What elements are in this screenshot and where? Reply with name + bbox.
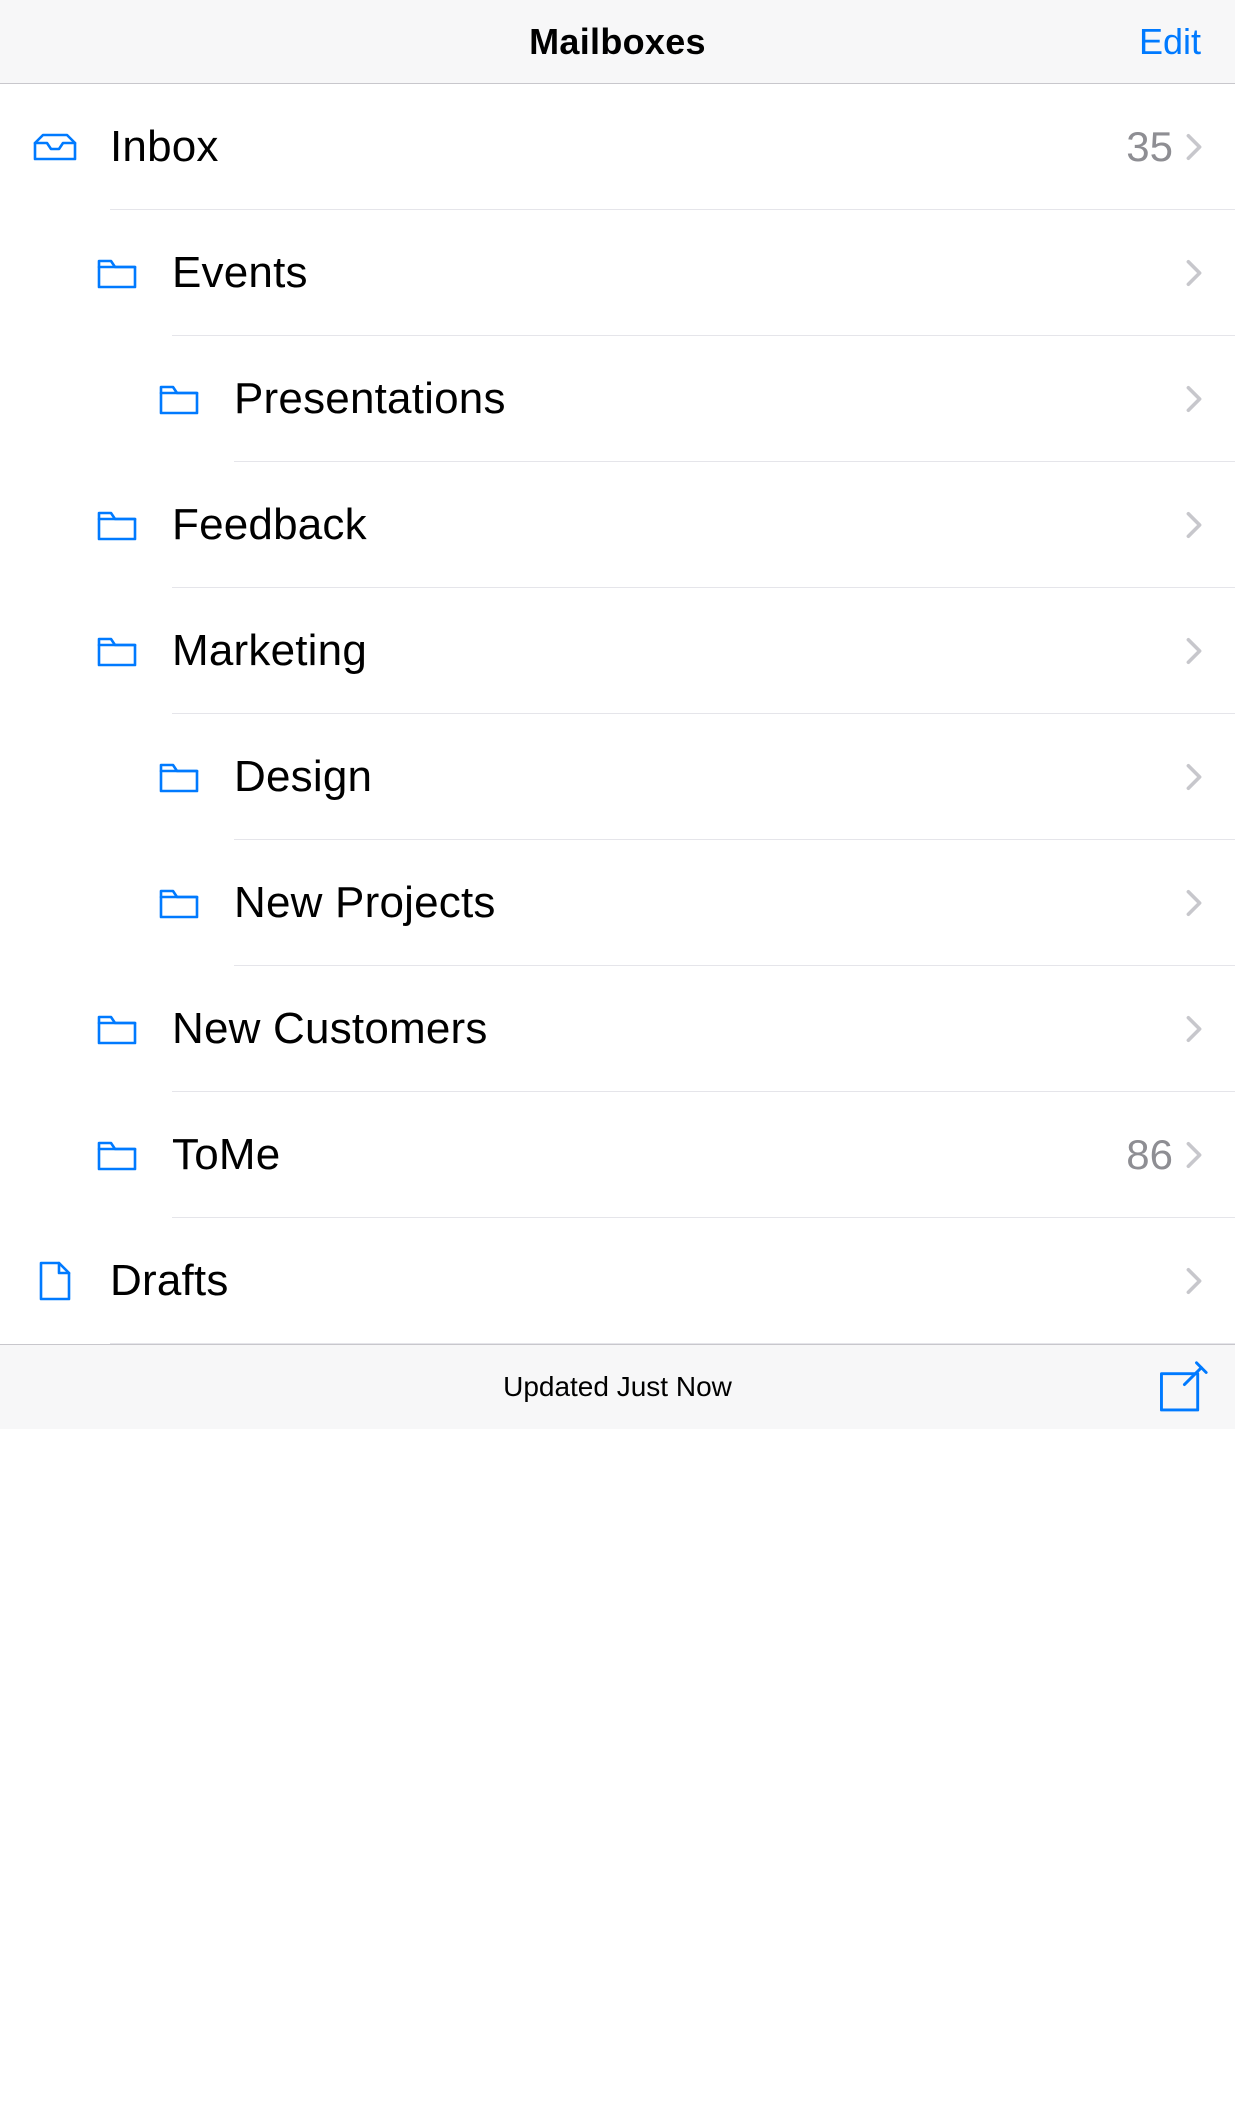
mailbox-label: New Projects [234, 878, 1183, 928]
mailbox-row-inbox[interactable]: Inbox35 [0, 84, 1235, 209]
mailbox-label: Events [172, 248, 1183, 298]
chevron-right-icon [1183, 1137, 1205, 1173]
mailbox-row-drafts[interactable]: Drafts [0, 1218, 1235, 1343]
chevron-right-icon [1183, 633, 1205, 669]
folder-icon [93, 501, 141, 549]
row-icon-slot [0, 123, 110, 171]
mailbox-row-design[interactable]: Design [0, 714, 1235, 839]
row-icon-slot [62, 249, 172, 297]
row-icon-slot [62, 501, 172, 549]
mailbox-row-newcustomers[interactable]: New Customers [0, 966, 1235, 1091]
mailbox-label: Inbox [110, 122, 1126, 172]
mailbox-row-newprojects[interactable]: New Projects [0, 840, 1235, 965]
folder-icon [93, 627, 141, 675]
mailbox-label: ToMe [172, 1130, 1126, 1180]
mailbox-label: Drafts [110, 1256, 1183, 1306]
mailbox-label: Presentations [234, 374, 1183, 424]
mailbox-row-feedback[interactable]: Feedback [0, 462, 1235, 587]
row-icon-slot [124, 879, 234, 927]
folder-icon [93, 1005, 141, 1053]
chevron-right-icon [1183, 255, 1205, 291]
row-icon-slot [0, 1257, 110, 1305]
toolbar: Updated Just Now [0, 1344, 1235, 1429]
chevron-right-icon [1183, 381, 1205, 417]
mailbox-list: Inbox35 Events Presentations Feedback Market… [0, 84, 1235, 1344]
row-icon-slot [124, 753, 234, 801]
chevron-right-icon [1183, 885, 1205, 921]
chevron-right-icon [1183, 1263, 1205, 1299]
drafts-icon [31, 1257, 79, 1305]
chevron-right-icon [1183, 507, 1205, 543]
compose-icon [1153, 1358, 1211, 1416]
page-title: Mailboxes [529, 21, 706, 63]
unread-count: 35 [1126, 123, 1173, 171]
folder-icon [93, 1131, 141, 1179]
row-icon-slot [62, 1131, 172, 1179]
row-icon-slot [62, 1005, 172, 1053]
chevron-right-icon [1183, 1011, 1205, 1047]
mailbox-label: Marketing [172, 626, 1183, 676]
folder-icon [93, 249, 141, 297]
inbox-icon [31, 123, 79, 171]
mailbox-row-marketing[interactable]: Marketing [0, 588, 1235, 713]
mailbox-label: New Customers [172, 1004, 1183, 1054]
compose-button[interactable] [1153, 1345, 1211, 1429]
mailbox-row-events[interactable]: Events [0, 210, 1235, 335]
mailbox-row-tome[interactable]: ToMe86 [0, 1092, 1235, 1217]
folder-icon [155, 753, 203, 801]
mailbox-row-presentations[interactable]: Presentations [0, 336, 1235, 461]
nav-bar: Mailboxes Edit [0, 0, 1235, 84]
folder-icon [155, 375, 203, 423]
chevron-right-icon [1183, 759, 1205, 795]
unread-count: 86 [1126, 1131, 1173, 1179]
row-icon-slot [62, 627, 172, 675]
mailbox-label: Design [234, 752, 1183, 802]
row-icon-slot [124, 375, 234, 423]
status-text: Updated Just Now [503, 1371, 732, 1403]
folder-icon [155, 879, 203, 927]
edit-button[interactable]: Edit [1139, 0, 1201, 83]
chevron-right-icon [1183, 129, 1205, 165]
mailbox-label: Feedback [172, 500, 1183, 550]
